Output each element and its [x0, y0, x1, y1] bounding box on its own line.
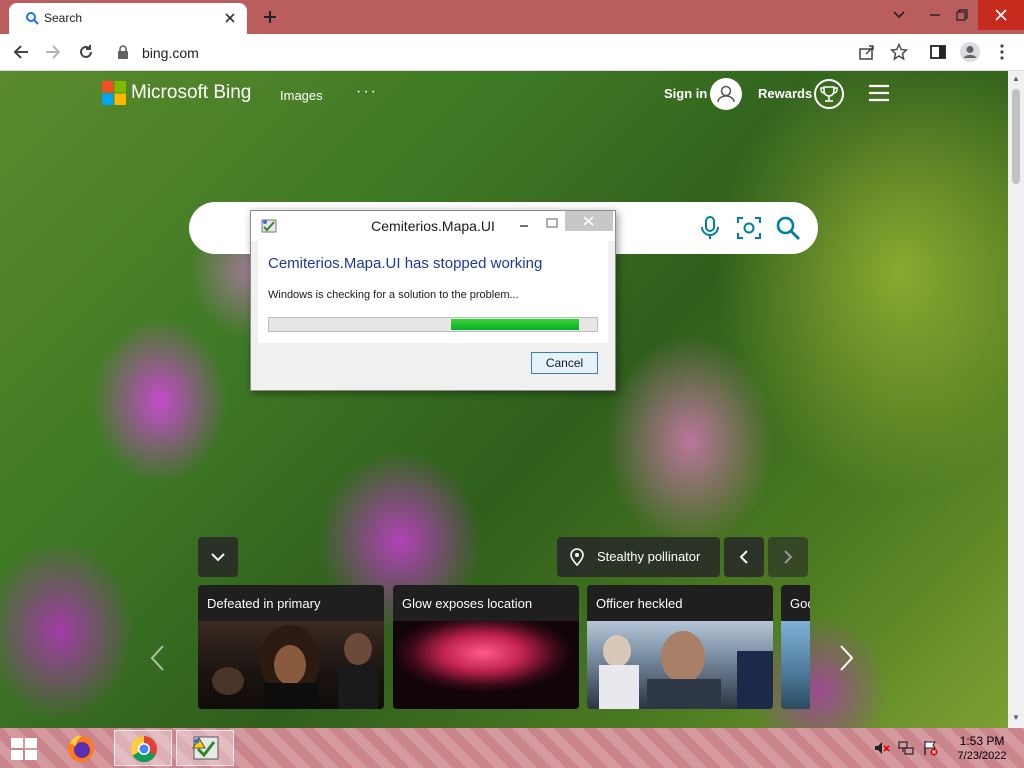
action-center-flag-icon[interactable] — [922, 740, 938, 756]
bing-search-icon — [26, 12, 39, 25]
sign-in-link[interactable]: Sign in — [664, 86, 707, 101]
news-card[interactable]: Goo — [781, 585, 810, 709]
scroll-up-icon[interactable]: ▲ — [1012, 75, 1020, 83]
taskbar-clock-time[interactable]: 1:53 PM — [954, 734, 1010, 748]
close-window-icon[interactable] — [978, 0, 1024, 30]
lock-icon[interactable] — [116, 45, 130, 59]
tab-title: Search — [44, 11, 83, 25]
news-carousel: Defeated in primary Glow exposes locatio… — [198, 585, 810, 709]
nav-more-icon[interactable]: ··· — [356, 83, 378, 101]
search-icon[interactable] — [775, 215, 801, 241]
chrome-icon — [130, 735, 157, 763]
forward-icon[interactable] — [41, 40, 65, 64]
cancel-button[interactable]: Cancel — [531, 352, 598, 374]
chevron-left-icon — [739, 550, 748, 564]
news-card-title: Defeated in primary — [207, 596, 321, 611]
news-card-image — [198, 621, 384, 709]
bing-brand-name[interactable]: Microsoft Bing — [131, 82, 251, 104]
taskbar-firefox[interactable] — [51, 730, 109, 766]
restore-icon[interactable] — [944, 0, 980, 30]
news-card[interactable]: Defeated in primary — [198, 585, 384, 709]
scroll-down-icon[interactable]: ▼ — [1012, 714, 1020, 722]
taskbar-error-app[interactable] — [176, 730, 234, 766]
start-windows-icon[interactable] — [8, 736, 40, 762]
hamburger-menu-icon[interactable] — [868, 84, 890, 102]
next-image-button[interactable] — [768, 537, 808, 577]
taskbar-chrome[interactable] — [114, 730, 172, 766]
news-card-title: Goo — [790, 596, 810, 611]
collapse-feed-button[interactable] — [198, 537, 238, 577]
image-info-button[interactable]: Stealthy pollinator — [557, 537, 720, 577]
bing-homepage: Microsoft Bing Images ··· Sign in Reward… — [0, 71, 1008, 728]
user-icon — [717, 85, 735, 103]
news-card-title: Officer heckled — [596, 596, 683, 611]
image-caption: Stealthy pollinator — [597, 549, 701, 564]
microsoft-logo-icon[interactable] — [102, 81, 126, 105]
browser-tab-strip: Search — [0, 0, 1024, 34]
news-card-image — [587, 621, 773, 709]
carousel-next-icon[interactable] — [836, 643, 856, 673]
speaker-muted-icon[interactable] — [874, 740, 890, 756]
minimize-icon[interactable] — [513, 215, 535, 233]
news-card-image — [393, 621, 579, 709]
news-card-image — [781, 621, 810, 709]
news-card[interactable]: Officer heckled — [587, 585, 773, 709]
visual-search-icon[interactable] — [736, 215, 762, 241]
dialog-message: Windows is checking for a solution to th… — [268, 289, 519, 301]
error-dialog: Cemiterios.Mapa.UI Cemiterios.Mapa.UI ha… — [250, 210, 616, 391]
rewards-trophy-icon[interactable] — [814, 79, 844, 109]
sidepanel-icon[interactable] — [926, 40, 950, 64]
kebab-menu-icon[interactable] — [990, 40, 1014, 64]
page-scrollbar[interactable]: ▲ ▼ — [1008, 71, 1024, 728]
news-card[interactable]: Glow exposes location — [393, 585, 579, 709]
dialog-titlebar[interactable]: Cemiterios.Mapa.UI — [251, 211, 615, 241]
dialog-body: Cemiterios.Mapa.UI has stopped working W… — [258, 241, 608, 343]
news-card-title: Glow exposes location — [402, 596, 533, 611]
profile-icon[interactable] — [958, 40, 982, 64]
previous-image-button[interactable] — [724, 537, 764, 577]
tab-search-dropdown-icon[interactable] — [881, 0, 917, 30]
nav-images-link[interactable]: Images — [280, 88, 323, 103]
carousel-previous-icon[interactable] — [148, 643, 168, 673]
progress-bar-fill — [451, 319, 579, 330]
rewards-link[interactable]: Rewards — [758, 86, 812, 101]
location-pin-icon — [570, 548, 584, 566]
tab-search[interactable]: Search — [9, 3, 247, 34]
dialog-close-button[interactable] — [565, 211, 613, 231]
scroll-thumb[interactable] — [1012, 89, 1020, 184]
url-text: bing.com — [142, 45, 199, 61]
back-icon[interactable] — [9, 40, 33, 64]
taskbar-clock-date[interactable]: 7/23/2022 — [950, 750, 1014, 762]
share-icon[interactable] — [855, 40, 879, 64]
browser-toolbar: bing.com — [0, 34, 1024, 71]
maximize-icon[interactable] — [541, 215, 563, 233]
network-icon[interactable] — [898, 740, 914, 756]
firefox-icon — [68, 735, 94, 762]
taskbar: 1:53 PM 7/23/2022 — [0, 728, 1024, 768]
plus-icon[interactable] — [260, 7, 280, 27]
address-bar[interactable]: bing.com — [106, 39, 926, 66]
tab-close-icon[interactable] — [221, 9, 239, 27]
chevron-right-icon — [784, 550, 793, 564]
avatar[interactable] — [710, 78, 742, 110]
dialog-heading: Cemiterios.Mapa.UI has stopped working — [268, 255, 543, 272]
progress-bar — [268, 317, 598, 332]
star-icon[interactable] — [887, 40, 911, 64]
chevron-down-icon — [211, 553, 225, 562]
reload-icon[interactable] — [74, 40, 98, 64]
app-error-icon — [192, 736, 219, 760]
close-icon — [583, 216, 594, 226]
microphone-icon[interactable] — [699, 216, 721, 240]
